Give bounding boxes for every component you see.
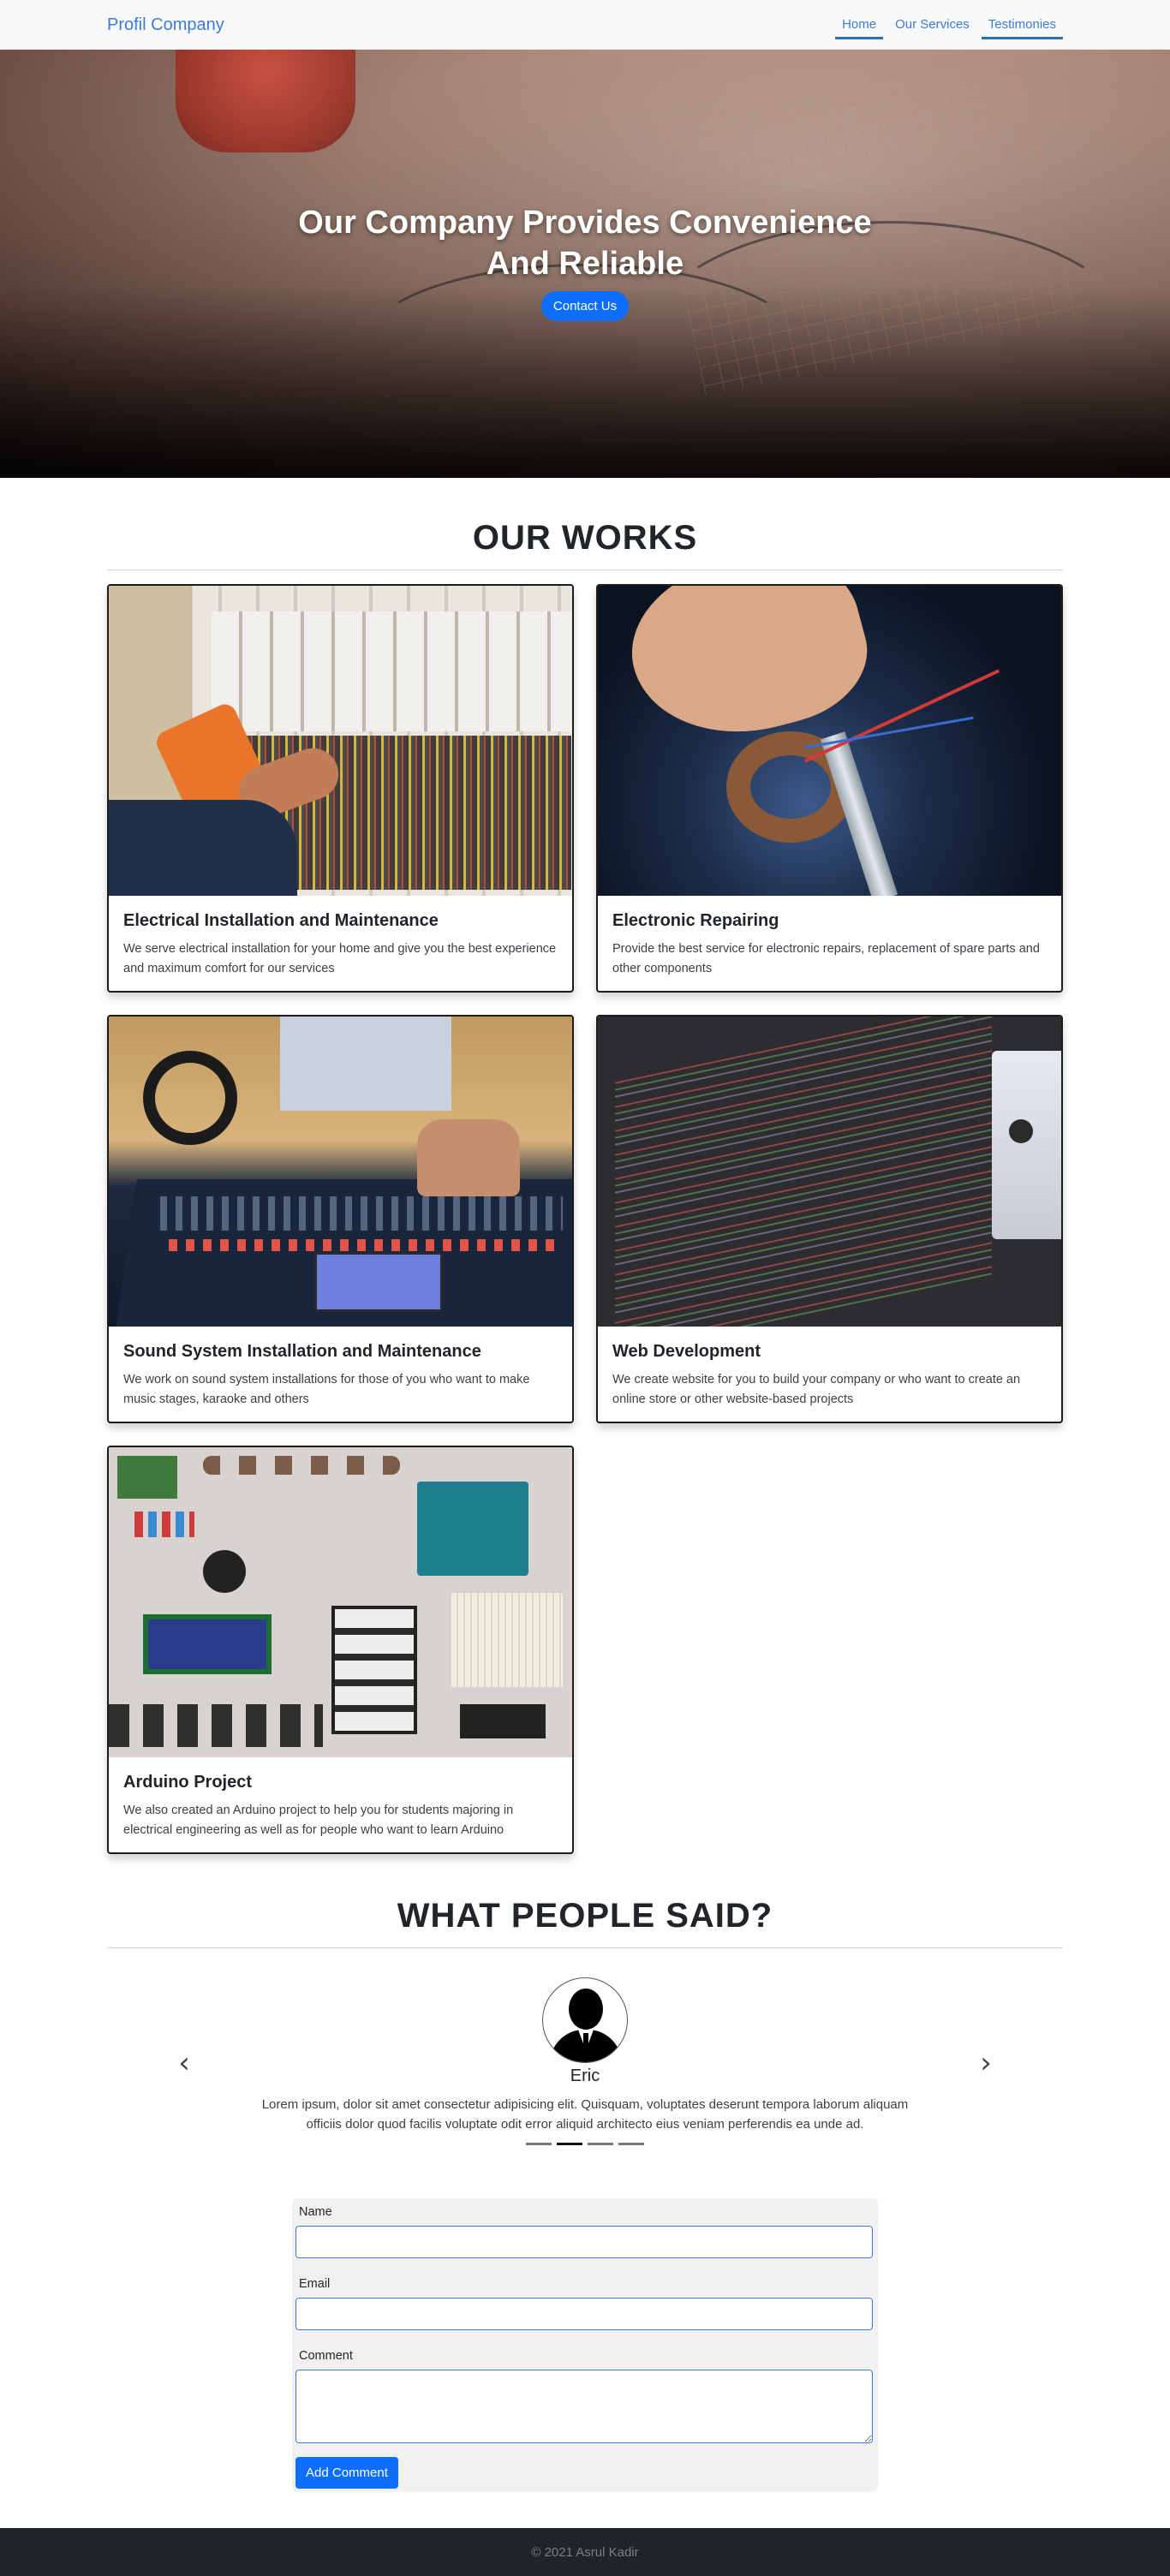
works-title: OUR WORKS <box>472 519 698 557</box>
work-card: Electrical Installation and Maintenance … <box>107 584 574 993</box>
web-development-image <box>598 1017 1061 1327</box>
work-card: Sound System Installation and Maintenanc… <box>107 1015 574 1423</box>
comment-form: Name Email Comment Add Comment <box>292 2198 878 2492</box>
works-divider <box>107 569 1063 570</box>
name-input[interactable] <box>295 2226 873 2258</box>
testimonies-section: WHAT PEOPLE SAID? ‹ › Eric Lorem ipsum, … <box>107 1897 1063 2492</box>
name-label: Name <box>299 2205 332 2219</box>
nav-services-link[interactable]: Our Services <box>888 10 976 39</box>
testimonial-text: Lorem ipsum, dolor sit amet consectetur … <box>261 2097 909 2132</box>
card-body: Web Development We create website for yo… <box>598 1327 1061 1422</box>
card-text: We serve electrical installation for you… <box>123 942 557 975</box>
comment-label: Comment <box>299 2349 353 2363</box>
electrical-installation-image <box>109 586 572 896</box>
sound-system-image <box>109 1017 572 1327</box>
card-title: Electronic Repairing <box>612 911 779 930</box>
works-section: OUR WORKS Electrical Installation and Ma… <box>107 519 1063 1854</box>
works-cards: Electrical Installation and Maintenance … <box>107 584 1063 1854</box>
hero-banner: Our Company Provides Convenience And Rel… <box>0 50 1170 478</box>
carousel-next-button[interactable]: › <box>969 2046 1003 2080</box>
card-text: We also created an Arduino project to he… <box>123 1804 514 1837</box>
carousel-indicator[interactable] <box>526 2143 552 2145</box>
comment-textarea[interactable] <box>295 2370 873 2443</box>
email-input[interactable] <box>295 2298 873 2330</box>
card-text: We work on sound system installations fo… <box>123 1373 530 1406</box>
card-text: We create website for you to build your … <box>612 1373 1021 1406</box>
work-card: Web Development We create website for yo… <box>596 1015 1063 1423</box>
card-title: Web Development <box>612 1342 761 1361</box>
testimonial-name: Eric <box>570 2066 600 2085</box>
card-body: Electronic Repairing Provide the best se… <box>598 896 1061 991</box>
hero-cup-image <box>176 50 355 152</box>
card-title: Electrical Installation and Maintenance <box>123 911 439 930</box>
card-title: Sound System Installation and Maintenanc… <box>123 1342 481 1361</box>
carousel-indicator-active[interactable] <box>557 2143 582 2145</box>
carousel-indicators <box>107 2143 1063 2145</box>
carousel-indicator[interactable] <box>588 2143 613 2145</box>
testimonies-divider <box>107 1947 1063 1948</box>
chevron-right-icon: › <box>980 2046 992 2080</box>
contact-us-button[interactable]: Contact Us <box>540 291 630 321</box>
footer: © 2021 Asrul Kadir <box>0 2528 1170 2576</box>
arduino-project-image <box>109 1447 572 1757</box>
carousel-prev-button[interactable]: ‹ <box>167 2046 201 2080</box>
electronic-repairing-image <box>598 586 1061 896</box>
card-text: Provide the best service for electronic … <box>612 942 1040 975</box>
navbar: Profil Company Home Our Services Testimo… <box>0 0 1170 50</box>
card-body: Arduino Project We also created an Ardui… <box>109 1757 572 1852</box>
testimonies-title: WHAT PEOPLE SAID? <box>397 1897 773 1935</box>
brand-link[interactable]: Profil Company <box>107 15 224 35</box>
email-label: Email <box>299 2277 331 2291</box>
work-card: Arduino Project We also created an Ardui… <box>107 1446 574 1854</box>
nav-home-link[interactable]: Home <box>835 10 884 39</box>
nav-links: Home Our Services Testimonies <box>835 0 1063 50</box>
hero-title: Our Company Provides Convenience And Rel… <box>298 205 872 282</box>
card-title: Arduino Project <box>123 1773 253 1792</box>
user-avatar-icon <box>542 1977 628 2063</box>
chevron-left-icon: ‹ <box>178 2046 190 2080</box>
testimonial-carousel: ‹ › Eric Lorem ipsum, dolor sit amet con… <box>107 1977 1063 2183</box>
footer-copyright: © 2021 Asrul Kadir <box>531 2544 639 2560</box>
carousel-indicator[interactable] <box>618 2143 644 2145</box>
hero-content: Our Company Provides Convenience And Rel… <box>0 202 1170 321</box>
card-body: Sound System Installation and Maintenanc… <box>109 1327 572 1422</box>
card-body: Electrical Installation and Maintenance … <box>109 896 572 991</box>
work-card: Electronic Repairing Provide the best se… <box>596 584 1063 993</box>
nav-testimonies-link[interactable]: Testimonies <box>981 10 1063 39</box>
add-comment-button[interactable]: Add Comment <box>295 2457 398 2489</box>
